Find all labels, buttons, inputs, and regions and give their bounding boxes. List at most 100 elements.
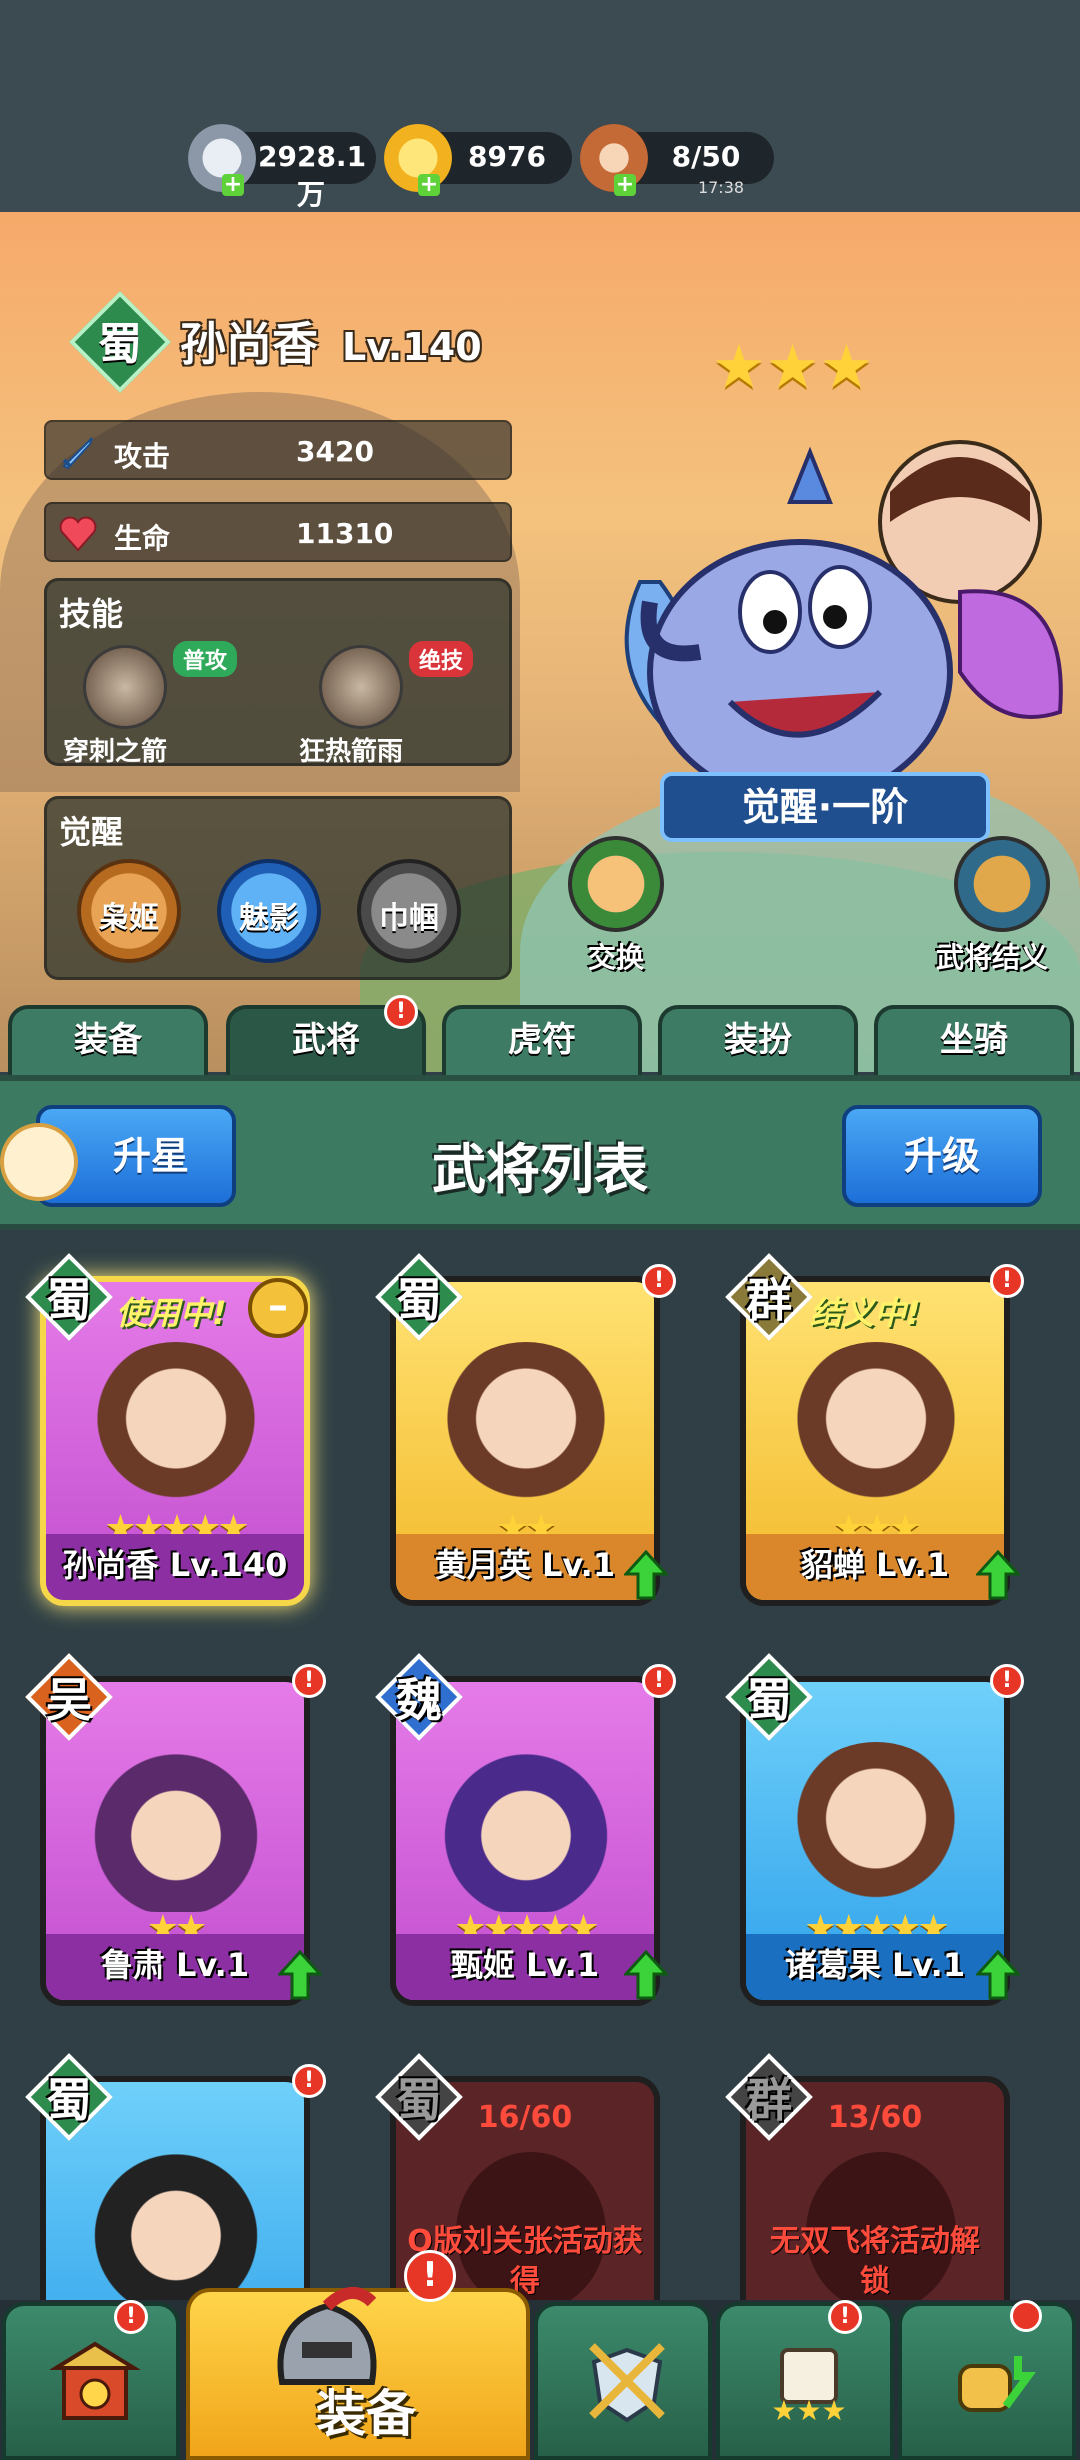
- bottom-navigation: ! 装备 ! ★★★ !: [0, 2250, 1080, 2460]
- skill-tag: 普攻: [173, 641, 238, 677]
- card-name: 貂蝉 Lv.1: [746, 1534, 1004, 1600]
- hero-portrait: [786, 1342, 966, 1512]
- awaken-label: 枭姬: [99, 901, 159, 936]
- hero-level: Lv.140: [342, 325, 482, 369]
- skills-title: 技能: [59, 595, 124, 633]
- nav-battle[interactable]: [534, 2302, 712, 2460]
- skill-name: 狂热箭雨: [299, 737, 404, 767]
- category-tabs: 装备 武将 ! 虎符 装扮 坐骑: [0, 995, 1080, 1075]
- skill-normal-attack[interactable]: 普攻 穿刺之箭: [63, 641, 263, 767]
- stamina-timer: 17:38: [697, 178, 745, 197]
- resource-bar: 2928.1万 + 8976 + 8/50 17:38 +: [0, 0, 1080, 212]
- crossbow-skill-icon: [83, 645, 167, 729]
- upgrade-arrow-icon: [624, 1550, 668, 1600]
- card-name: 鲁肃 Lv.1: [46, 1934, 304, 2000]
- card-name: 孙尚香 Lv.140: [46, 1534, 304, 1600]
- add-silver-icon[interactable]: +: [222, 174, 244, 196]
- hero-kingdom: 蜀: [98, 319, 142, 370]
- card-kingdom: 群: [746, 1273, 792, 1327]
- awaken-stage-banner[interactable]: 觉醒·一阶: [660, 772, 990, 842]
- awaken-orb-3[interactable]: 巾帼: [357, 859, 461, 963]
- arrow-rain-skill-icon: [319, 645, 403, 729]
- tab-heroes-alert-icon: !: [384, 995, 418, 1029]
- unequip-button[interactable]: –: [248, 1278, 308, 1338]
- skill-tag: 绝技: [409, 641, 474, 677]
- sword-icon: [62, 437, 93, 470]
- tab-equipment[interactable]: 装备: [8, 1005, 208, 1075]
- level-up-button[interactable]: 升级: [842, 1105, 1042, 1207]
- nav-tasks-alert-icon: !: [828, 2300, 862, 2334]
- tab-costume[interactable]: 装扮: [658, 1005, 858, 1075]
- add-stamina-icon[interactable]: +: [614, 174, 636, 196]
- health-value: 11310: [296, 517, 394, 550]
- card-kingdom: 吴: [46, 1673, 92, 1727]
- stamina-counter[interactable]: 8/50 17:38 +: [580, 124, 774, 197]
- nav-equipment-label: 装备: [316, 2385, 416, 2443]
- hero-title: 孙尚香 Lv.140: [180, 308, 482, 374]
- awaken-box: 觉醒 枭姬 魅影 巾帼: [44, 796, 512, 980]
- tab-mount[interactable]: 坐骑: [874, 1005, 1074, 1075]
- fist-upgrade-icon: [958, 2356, 1036, 2412]
- skill-ultimate[interactable]: 绝技 狂热箭雨: [299, 641, 499, 767]
- hero-detail-panel: 蜀 孙尚香 Lv.140 攻击 3420 生命 11310 技能 普攻 穿刺之箭…: [0, 212, 1080, 1072]
- swap-label: 交换: [587, 941, 644, 974]
- attack-label: 攻击: [114, 440, 171, 473]
- nav-upgrade[interactable]: [898, 2302, 1076, 2460]
- upgrade-arrow-icon: [624, 1950, 668, 2000]
- awaken-orb-1[interactable]: 枭姬: [77, 859, 181, 963]
- awaken-label: 巾帼: [379, 901, 439, 936]
- card-name: 甄姬 Lv.1: [396, 1934, 654, 2000]
- swap-hero-button[interactable]: 交换: [566, 836, 666, 976]
- card-name: 诸葛果 Lv.1: [746, 1934, 1004, 2000]
- tab-tiger-tally[interactable]: 虎符: [442, 1005, 642, 1075]
- nav-shop-alert-icon: !: [114, 2300, 148, 2334]
- svg-text:★★★: ★★★: [771, 2394, 846, 2426]
- awaken-orb-2[interactable]: 魅影: [217, 859, 321, 963]
- sworn-brothers-button[interactable]: 武将结义: [936, 836, 1052, 976]
- card-name: 黄月英 Lv.1: [396, 1534, 654, 1600]
- card-alert-icon: !: [292, 2064, 326, 2098]
- hero-portrait: [436, 1342, 616, 1512]
- hero-portrait: [86, 1342, 266, 1512]
- card-kingdom: 蜀: [746, 1673, 792, 1727]
- nav-equipment-alert-icon: !: [404, 2250, 456, 2302]
- nav-equipment[interactable]: 装备: [186, 2287, 530, 2460]
- hero-name: 孙尚香: [180, 317, 318, 371]
- nav-tasks[interactable]: ★★★: [716, 2302, 894, 2460]
- shop-gate-icon: [50, 2341, 140, 2420]
- awaken-title: 觉醒: [59, 813, 124, 851]
- card-kingdom: 蜀: [396, 2073, 442, 2127]
- hero-list-header: 升星 武将列表 升级: [0, 1075, 1080, 1230]
- attack-stat: 攻击 3420: [44, 420, 512, 480]
- card-kingdom: 蜀: [46, 1273, 92, 1327]
- nav-shop[interactable]: [2, 2302, 180, 2460]
- card-kingdom: 蜀: [46, 2073, 92, 2127]
- gold-amount: 8976: [468, 140, 546, 173]
- sworn-label: 武将结义: [935, 941, 1048, 974]
- skill-name: 穿刺之箭: [63, 737, 168, 767]
- hero-portrait: [786, 1742, 966, 1912]
- silver-counter[interactable]: 2928.1万 +: [188, 124, 376, 211]
- sworn-status: 结义中!: [810, 1294, 921, 1332]
- health-label: 生命: [114, 522, 171, 555]
- card-kingdom: 魏: [396, 1673, 442, 1727]
- in-use-status: 使用中!: [116, 1294, 227, 1332]
- unlock-hint: 无双飞将活动解锁: [770, 2224, 980, 2299]
- skills-box: 技能 普攻 穿刺之箭 绝技 狂热箭雨: [44, 578, 512, 767]
- upgrade-arrow-icon: [278, 1950, 322, 2000]
- hero-portrait: [86, 2142, 266, 2312]
- hero-card-grid: 使用中! ★★★★★ 孙尚香 Lv.140 蜀 – ★★ 黄月英 Lv.1 蜀 …: [0, 1230, 1080, 2406]
- upgrade-arrow-icon: [976, 1550, 1020, 1600]
- heart-icon: [59, 516, 97, 552]
- card-kingdom: 群: [746, 2073, 792, 2127]
- gold-counter[interactable]: 8976 +: [384, 124, 572, 196]
- scroll-stars-icon: ★★★: [771, 2348, 847, 2426]
- crossed-swords-shield-icon: [589, 2343, 665, 2423]
- hero-portrait: [86, 1742, 266, 1912]
- card-alert-icon: !: [642, 1264, 676, 1298]
- stamina-amount: 8/50: [671, 140, 741, 173]
- card-alert-icon: !: [990, 1664, 1024, 1698]
- add-gold-icon[interactable]: +: [418, 174, 440, 196]
- card-kingdom: 蜀: [396, 1273, 442, 1327]
- card-alert-icon: !: [642, 1664, 676, 1698]
